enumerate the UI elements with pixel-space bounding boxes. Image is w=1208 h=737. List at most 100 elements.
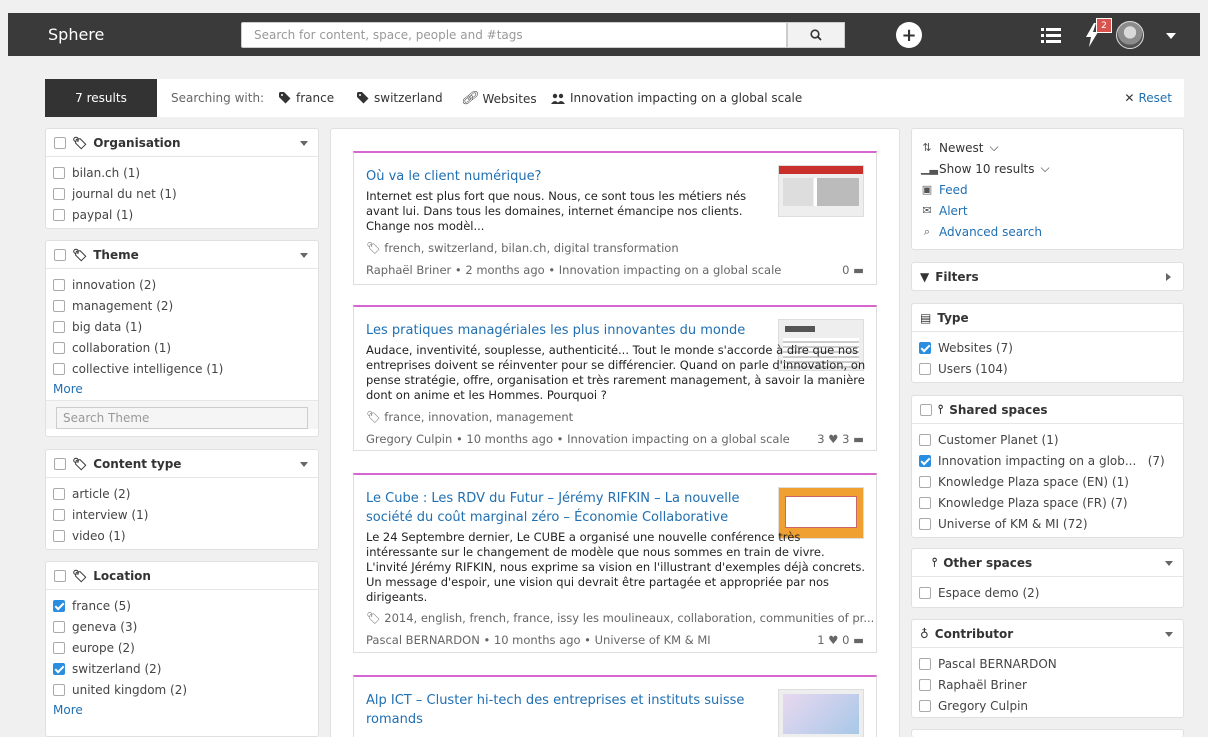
reset-filters-button[interactable]: ✕ Reset [1124,91,1172,105]
theme-search-input[interactable]: Search Theme [56,407,308,429]
facet-header[interactable]: 🏷︎ Organisation [46,129,318,157]
facet-header[interactable]: ♁ Contributor [912,620,1183,648]
checkbox[interactable] [53,320,65,333]
active-filter-tag[interactable]: 🔗︎ Websites [461,91,537,106]
filters-header[interactable]: ▼ Filters [912,263,1183,291]
facet-select-all-checkbox[interactable] [920,403,932,416]
facet-header[interactable]: 🏷︎ Content type [46,450,318,478]
checkbox[interactable] [53,187,65,200]
page-size-dropdown[interactable]: ▁▃ Show 10 results ⌵ [921,158,1174,179]
facet-header[interactable]: ⫯ Other spaces [912,549,1183,577]
result-title-link[interactable]: Où va le client numérique? [366,167,766,186]
checkbox[interactable] [919,454,931,467]
result-card[interactable]: Le Cube : Les RDV du Futur – Jérémy RIFK… [353,473,877,653]
checkbox[interactable] [53,299,65,312]
checkbox[interactable] [919,517,931,530]
result-counts[interactable]: 1 ♥ 0 ▬ [817,633,864,647]
checkbox[interactable] [919,699,931,712]
checkbox[interactable] [919,341,931,354]
result-counts[interactable]: 3 ♥ 3 ▬ [817,432,864,446]
checkbox[interactable] [919,586,931,599]
facet-option[interactable]: switzerland (2) [53,658,311,679]
more-link[interactable]: More [53,700,311,719]
facet-option[interactable]: paypal (1) [53,204,311,225]
facet-select-all-checkbox[interactable] [54,136,66,149]
facet-option[interactable]: Innovation impacting on a glob... (7) [919,450,1176,471]
checkbox[interactable] [53,278,65,291]
facet-option[interactable]: journal du net (1) [53,183,311,204]
advanced-search-link[interactable]: ⌕ Advanced search [921,221,1174,242]
sort-dropdown[interactable]: ⇅ Newest ⌵ [921,137,1174,158]
chevron-down-icon[interactable] [300,141,308,146]
facet-option[interactable]: big data (1) [53,316,311,337]
facet-option[interactable]: management (2) [53,295,311,316]
global-search-input[interactable]: Search for content, space, people and #t… [241,22,787,48]
facet-option[interactable]: Universe of KM & MI (72) [919,513,1176,534]
facet-option[interactable]: Raphaël Briner [919,674,1176,695]
checkbox[interactable] [919,433,931,446]
facet-header[interactable]: ⫯ Shared spaces [912,396,1183,424]
brand-logo[interactable]: Sphere [48,25,104,44]
facet-option[interactable]: Users (104) [919,358,1176,379]
facet-option[interactable]: Knowledge Plaza space (EN) (1) [919,471,1176,492]
checkbox[interactable] [53,599,65,612]
checkbox[interactable] [53,683,65,696]
result-counts[interactable]: 0 ▬ [842,263,864,277]
facet-option[interactable]: innovation (2) [53,274,311,295]
result-card[interactable]: Les pratiques managériales les plus inno… [353,305,877,451]
facet-select-all-checkbox[interactable] [54,248,66,261]
facet-option[interactable]: Websites (7) [919,337,1176,358]
facet-option[interactable]: Customer Planet (1) [919,429,1176,450]
search-button[interactable] [787,22,845,48]
facet-option[interactable]: united kingdom (2) [53,679,311,700]
checkbox[interactable] [53,362,65,375]
active-filter-tag[interactable]: switzerland [357,91,443,105]
create-button[interactable]: + [896,22,922,48]
checkbox[interactable] [53,620,65,633]
checkbox[interactable] [919,657,931,670]
chevron-down-icon[interactable] [300,253,308,258]
checkbox[interactable] [919,496,931,509]
chevron-right-icon[interactable] [1166,273,1171,281]
facet-option[interactable]: collective intelligence (1) [53,358,311,379]
facet-option[interactable]: video (1) [53,525,311,546]
result-title-link[interactable]: Le Cube : Les RDV du Futur – Jérémy RIFK… [366,489,766,527]
facet-option[interactable]: collaboration (1) [53,337,311,358]
user-avatar[interactable] [1116,21,1144,49]
checkbox[interactable] [919,678,931,691]
list-icon[interactable] [1041,26,1061,44]
facet-option[interactable]: bilan.ch (1) [53,162,311,183]
facet-option[interactable]: Pascal BERNARDON [919,653,1176,674]
result-card[interactable]: Où va le client numérique? Internet est … [353,151,877,285]
facet-header[interactable]: 🏷︎ Location [46,562,318,590]
checkbox[interactable] [53,487,65,500]
checkbox[interactable] [53,529,65,542]
result-thumbnail[interactable] [778,689,864,737]
facet-option[interactable]: interview (1) [53,504,311,525]
facet-option[interactable]: europe (2) [53,637,311,658]
checkbox[interactable] [53,641,65,654]
checkbox[interactable] [919,362,931,375]
checkbox[interactable] [919,475,931,488]
facet-select-all-checkbox[interactable] [54,569,66,582]
facet-option[interactable]: article (2) [53,483,311,504]
facet-option[interactable]: Gregory Culpin [919,695,1176,716]
alert-link[interactable]: ✉ Alert [921,200,1174,221]
checkbox[interactable] [53,508,65,521]
chevron-down-icon[interactable] [1165,561,1173,566]
result-title-link[interactable]: Les pratiques managériales les plus inno… [366,321,786,340]
facet-option[interactable]: Espace demo (2) [919,582,1176,603]
facet-option[interactable]: geneva (3) [53,616,311,637]
facet-option[interactable]: Knowledge Plaza space (FR) (7) [919,492,1176,513]
result-thumbnail[interactable] [778,165,864,217]
chevron-down-icon[interactable] [1165,632,1173,637]
checkbox[interactable] [53,341,65,354]
checkbox[interactable] [53,208,65,221]
facet-option[interactable]: france (5) [53,595,311,616]
checkbox[interactable] [53,662,65,675]
active-filter-tag[interactable]: Innovation impacting on a global scale [551,91,802,105]
result-card[interactable]: Alp ICT – Cluster hi-tech des entreprise… [353,675,877,737]
facet-select-all-checkbox[interactable] [54,457,66,470]
chevron-down-icon[interactable] [300,462,308,467]
user-menu-chevron-down-icon[interactable] [1166,33,1176,39]
